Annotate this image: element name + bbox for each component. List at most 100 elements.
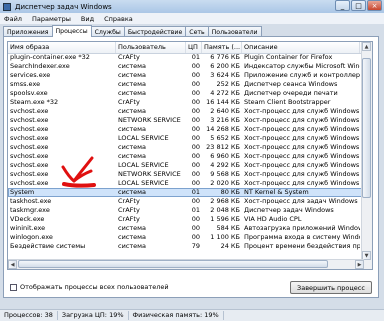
scroll-thumb[interactable] — [362, 58, 371, 198]
horizontal-scrollbar[interactable]: ◀ ▶ — [8, 259, 364, 269]
menu-help[interactable]: Справка — [104, 15, 133, 23]
menu-options[interactable]: Параметры — [32, 15, 71, 23]
cell-image-name: taskmgr.exe — [10, 206, 50, 214]
cell-cpu: 01 — [191, 188, 200, 196]
cell-image-name: svchost.exe — [10, 170, 49, 178]
cell-image-name: wininit.exe — [10, 224, 46, 232]
cell-image-name: svchost.exe — [10, 125, 49, 133]
cell-image-name: Steam.exe *32 — [10, 98, 59, 106]
column-header-image[interactable]: Имя образа — [8, 42, 116, 53]
table-row[interactable]: svchost.exe система 00 23 812 КБ Хост-процес… — [8, 143, 372, 152]
bottom-controls: Отображать процессы всех пользователей З… — [10, 281, 376, 295]
cell-memory: 23 812 КБ — [206, 143, 240, 151]
cell-image-name: plugin-container.exe *32 — [10, 53, 90, 61]
table-row[interactable]: plugin-container.exe *32 CrAFty 01 6 776 КБ… — [8, 53, 372, 62]
cell-cpu: 00 — [191, 152, 200, 160]
scroll-up-icon[interactable]: ▲ — [362, 42, 371, 51]
cell-image-name: smss.exe — [10, 80, 41, 88]
cell-cpu: 00 — [191, 98, 200, 106]
cell-description: VIA HD Audio CPL — [244, 215, 302, 223]
cell-user: CrAFty — [118, 98, 140, 106]
cell-memory: 2 640 КБ — [210, 107, 240, 115]
cell-user: LOCAL SERVICE — [118, 134, 169, 142]
cell-description: Процент времени бездействия процессора — [244, 242, 360, 250]
cell-cpu: 00 — [191, 215, 200, 223]
horizontal-scroll-thumb[interactable] — [18, 260, 328, 268]
table-row[interactable]: svchost.exe система 00 2 640 КБ Хост-процесс… — [8, 107, 372, 116]
show-all-processes-checkbox[interactable] — [10, 284, 17, 291]
cell-cpu: 00 — [191, 62, 200, 70]
cell-cpu: 00 — [191, 161, 200, 169]
menu-file[interactable]: Файл — [4, 15, 22, 23]
table-row[interactable]: svchost.exe NETWORK SERVICE 00 3 216 КБ Хост… — [8, 116, 372, 125]
cell-memory: 6 776 КБ — [210, 53, 240, 61]
table-row[interactable]: Steam.exe *32 CrAFty 00 16 144 КБ Steam Clie… — [8, 98, 372, 107]
status-process-count: Процессов: 38 — [0, 311, 58, 320]
table-row[interactable]: services.exe система 00 3 624 КБ Приложение … — [8, 71, 372, 80]
cell-cpu: 00 — [191, 143, 200, 151]
maximize-button[interactable]: □ — [351, 0, 366, 11]
vertical-scrollbar[interactable]: ▲ ▼ — [361, 42, 372, 269]
cell-memory: 2 968 КБ — [210, 197, 240, 205]
cell-cpu: 00 — [191, 179, 200, 187]
menu-bar: Файл Параметры Вид Справка — [0, 13, 384, 24]
cell-cpu: 00 — [191, 224, 200, 232]
table-row[interactable]: taskmgr.exe CrAFty 01 2 048 КБ Диспетчер зад… — [8, 206, 372, 215]
table-row[interactable]: svchost.exe LOCAL SERVICE 00 4 292 КБ Хост-п… — [8, 161, 372, 170]
cell-user: CrAFty — [118, 215, 140, 223]
cell-user: CrAFty — [118, 53, 140, 61]
table-row[interactable]: svchost.exe LOCAL SERVICE 00 5 652 КБ Хост-п… — [8, 134, 372, 143]
close-button[interactable]: × — [367, 0, 382, 11]
cell-image-name: svchost.exe — [10, 152, 49, 160]
title-bar: Диспетчер задач Windows _ □ × — [0, 0, 384, 13]
table-row[interactable]: System система 01 80 КБ NT Kernel & System — [8, 188, 372, 197]
column-header-user[interactable]: Пользователь — [116, 42, 186, 53]
cell-image-name: VDeck.exe — [10, 215, 45, 223]
column-header-cpu[interactable]: ЦП — [186, 42, 202, 53]
cell-user: система — [118, 233, 147, 241]
table-row[interactable]: svchost.exe NETWORK SERVICE 00 9 568 КБ Хост… — [8, 170, 372, 179]
minimize-button[interactable]: _ — [335, 0, 350, 11]
cell-memory: 2 048 КБ — [210, 206, 240, 214]
cell-description: Приложение служб и контроллеров — [244, 71, 360, 79]
menu-view[interactable]: Вид — [81, 15, 94, 23]
cell-image-name: winlogon.exe — [10, 233, 53, 241]
table-row[interactable]: winlogon.exe система 00 1 100 КБ Программа в… — [8, 233, 372, 242]
table-row[interactable]: SearchIndexer.exe система 00 6 200 КБ Индекс… — [8, 62, 372, 71]
table-row[interactable]: Бездействие системы система 79 24 КБ Процент… — [8, 242, 372, 251]
cell-memory: 14 268 КБ — [206, 125, 240, 133]
column-header-memory[interactable]: Память (... — [202, 42, 242, 53]
cell-user: система — [118, 125, 147, 133]
table-row[interactable]: svchost.exe система 00 14 268 КБ Хост-процес… — [8, 125, 372, 134]
cell-image-name: services.exe — [10, 71, 51, 79]
end-process-button[interactable]: Завершить процесс — [290, 281, 372, 294]
table-row[interactable]: VDeck.exe CrAFty 00 1 596 КБ VIA HD Audio CP… — [8, 215, 372, 224]
cell-user: CrAFty — [118, 206, 140, 214]
scroll-right-icon[interactable]: ▶ — [355, 260, 364, 269]
cell-image-name: spoolsv.exe — [10, 89, 48, 97]
table-row[interactable]: wininit.exe система 00 584 КБ Автозагрузка п… — [8, 224, 372, 233]
cell-memory: 1 100 КБ — [210, 233, 240, 241]
cell-description: Диспетчер сеанса Windows — [244, 80, 338, 88]
cell-image-name: svchost.exe — [10, 116, 49, 124]
column-header-description[interactable]: Описание — [242, 42, 360, 53]
table-row[interactable]: spoolsv.exe система 00 4 272 КБ Диспетчер оч… — [8, 89, 372, 98]
table-row[interactable]: svchost.exe LOCAL SERVICE 00 2 020 КБ Хост-п… — [8, 179, 372, 188]
table-row[interactable]: taskhost.exe CrAFty 00 2 968 КБ Хост-процесс… — [8, 197, 372, 206]
cell-user: система — [118, 152, 147, 160]
cell-memory: 5 652 КБ — [210, 134, 240, 142]
cell-description: Хост-процесс для служб Windows — [244, 107, 360, 115]
window-title: Диспетчер задач Windows — [15, 2, 112, 11]
cell-description: NT Kernel & System — [244, 188, 309, 196]
cell-memory: 16 144 КБ — [206, 98, 240, 106]
show-all-processes-label[interactable]: Отображать процессы всех пользователей — [20, 283, 169, 292]
cell-user: NETWORK SERVICE — [118, 170, 181, 178]
scroll-left-icon[interactable]: ◀ — [8, 260, 17, 269]
cell-memory: 3 624 КБ — [210, 71, 240, 79]
cell-user: LOCAL SERVICE — [118, 179, 169, 187]
table-row[interactable]: svchost.exe система 00 6 960 КБ Хост-процесс… — [8, 152, 372, 161]
status-physical-memory: Физическая память: 19% — [129, 311, 224, 320]
tab-processes[interactable]: Процессы — [51, 25, 92, 37]
cell-description: Хост-процесс для служб Windows — [244, 143, 360, 151]
table-row[interactable]: smss.exe система 00 252 КБ Диспетчер сеанса … — [8, 80, 372, 89]
